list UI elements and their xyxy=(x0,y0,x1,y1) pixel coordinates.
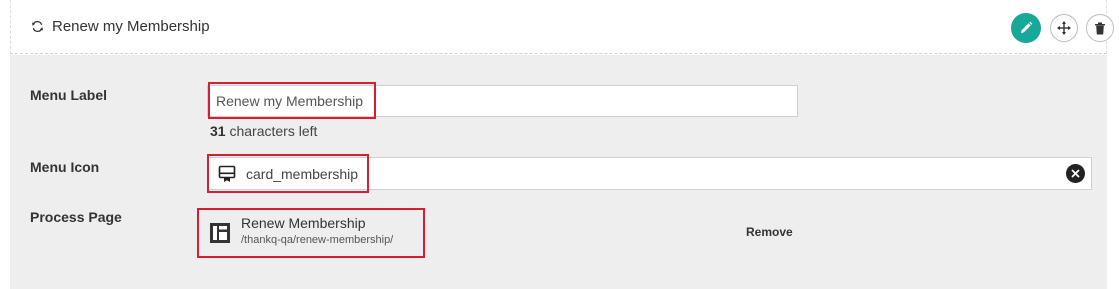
widget-title: Renew my Membership xyxy=(52,18,210,35)
menu-icon-value: card_membership xyxy=(246,165,359,182)
card-membership-icon xyxy=(218,165,236,182)
move-icon xyxy=(1057,21,1071,35)
remove-button[interactable]: Remove xyxy=(746,225,793,239)
process-page-path: /thankq-qa/renew-membership/ xyxy=(241,234,394,246)
settings-panel: Menu Label Renew my Membership 31 charac… xyxy=(10,55,1107,289)
delete-button[interactable] xyxy=(1086,14,1114,42)
menu-icon-input[interactable]: card_membership xyxy=(207,157,1092,190)
close-icon xyxy=(1071,169,1080,178)
page-layout-icon xyxy=(210,223,230,243)
header-title-wrap: Renew my Membership xyxy=(31,18,210,35)
process-page-label: Process Page xyxy=(30,209,122,225)
move-button[interactable] xyxy=(1050,14,1078,42)
widget-header: Renew my Membership xyxy=(10,0,1114,54)
menu-label-input[interactable]: Renew my Membership xyxy=(207,85,798,117)
refresh-icon xyxy=(32,20,43,33)
chars-left-count: 31 xyxy=(210,123,226,139)
process-page-item[interactable]: Renew Membership /thankq-qa/renew-member… xyxy=(209,213,393,257)
trash-icon xyxy=(1095,22,1105,34)
process-page-text: Renew Membership /thankq-qa/renew-member… xyxy=(241,213,393,246)
process-page-title: Renew Membership xyxy=(241,215,366,231)
clear-icon-button[interactable] xyxy=(1066,164,1085,183)
menu-icon-label: Menu Icon xyxy=(30,159,100,175)
characters-left: 31 characters left xyxy=(210,123,317,139)
chars-left-text: characters left xyxy=(229,123,318,139)
pencil-icon xyxy=(1021,21,1033,33)
menu-label-label: Menu Label xyxy=(30,87,108,103)
menu-label-value: Renew my Membership xyxy=(216,93,364,109)
edit-button[interactable] xyxy=(1011,13,1041,43)
